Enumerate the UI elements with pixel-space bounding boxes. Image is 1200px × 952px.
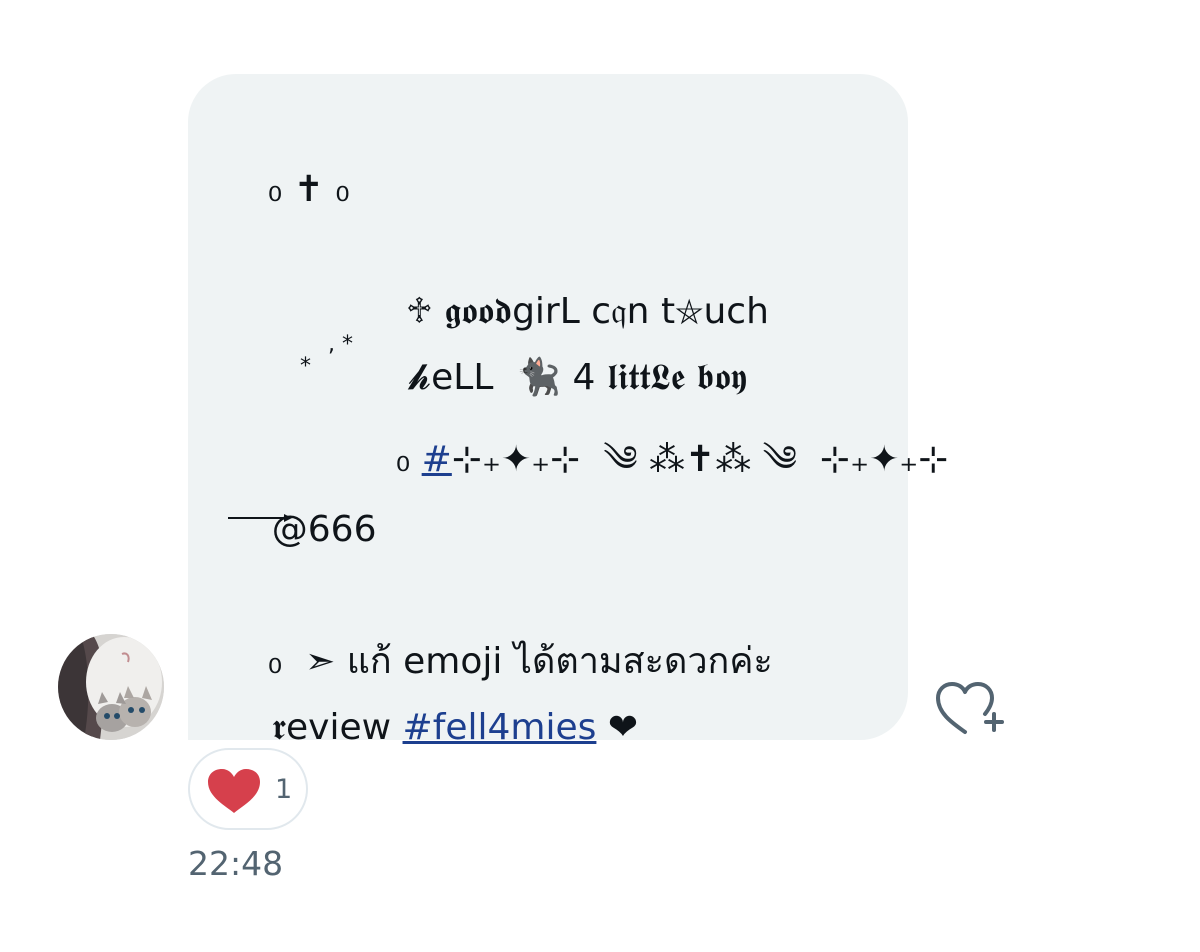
- message-line-cross: ₀ ✝ ₀: [222, 124, 350, 256]
- add-reaction-button[interactable]: [930, 676, 1006, 740]
- hashtag-link[interactable]: #fell4mies: [403, 707, 597, 748]
- message-timestamp: 22:48: [188, 844, 284, 883]
- message-line-mention: @666: [226, 464, 377, 596]
- decor-text: ⊹₊✦₊⊹ ༄ ⁂✝⁂ ༄ ⊹₊✦₊⊹: [451, 439, 949, 480]
- reaction-chip[interactable]: 1: [188, 748, 308, 830]
- heart-plus-icon: [936, 682, 1004, 734]
- review-text: 𝖗eview: [271, 707, 403, 748]
- message-stars: , * *: [300, 312, 360, 400]
- mention-arrow: [228, 508, 292, 522]
- decor-prefix: ₀: [395, 439, 422, 480]
- message-bubble[interactable]: ₀ ✝ ₀ ♱ 𝖌𝖔𝖔𝖉girL c𝔮n t⛤uch , * * 𝓱eLL 🐈‍…: [188, 74, 948, 748]
- stars-text: , * *: [300, 332, 353, 379]
- heart-text: ❤: [596, 707, 639, 748]
- hell-text: 𝓱eLL 🐈‍⬛ 4 𝖑𝖎𝖙𝖙𝕷𝖊 𝖇𝖔𝖞: [407, 357, 747, 398]
- hashtag-symbol-link[interactable]: #: [422, 439, 452, 480]
- reaction-count: 1: [275, 774, 293, 805]
- avatar-image: [58, 634, 164, 740]
- message-line-decor: ₀ #⊹₊✦₊⊹ ༄ ⁂✝⁂ ༄ ⊹₊✦₊⊹: [350, 394, 949, 526]
- avatar[interactable]: [58, 634, 164, 740]
- cross-text: ₀ ✝ ₀: [267, 169, 350, 210]
- heart-icon: [208, 769, 260, 813]
